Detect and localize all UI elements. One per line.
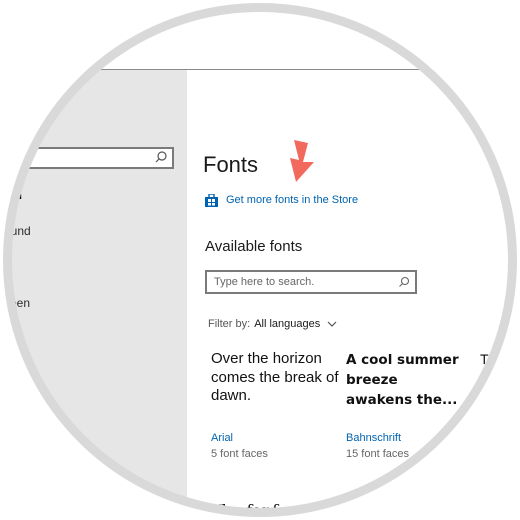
store-link[interactable]: Get more fonts in the Store [205,191,358,209]
available-fonts-heading: Available fonts [205,238,303,255]
filter-label: Filter by: [208,318,251,330]
font-card-partial[interactable]: Th [480,350,496,368]
sidebar-item-lock-screen[interactable]: creen [0,296,30,310]
sidebar-search-input[interactable]: g [0,147,174,169]
sidebar-item-colors[interactable]: s [0,260,6,274]
font-search-placeholder: Type here to search. [214,276,315,288]
sidebar-search-text: g [5,151,12,165]
font-card-partial-bottom[interactable]: The fanfare of [211,501,326,520]
chevron-down-icon [327,321,337,327]
search-icon [399,276,410,287]
store-bag-icon [205,193,218,207]
font-card-arial[interactable]: Over the horizon comes the break of dawn… [211,350,341,460]
font-name: Bahnschrift [346,432,402,444]
sidebar-item-background[interactable]: round [0,224,31,238]
filter-value: All languages [254,318,321,330]
search-icon [155,151,167,163]
font-name: Arial [211,432,234,444]
sidebar-item-personalization[interactable]: tion [0,188,22,202]
settings-sidebar [3,70,187,517]
pointer-arrow-icon [290,140,314,182]
store-link-label: Get more fonts in the Store [226,194,359,206]
language-filter[interactable]: Filter by: All languages [208,318,337,330]
screenshot-stage: g tion round s creen Fonts Get more font… [0,0,520,520]
font-card-bahnschrift[interactable]: A cool summer breeze awakens the... Bahn… [346,350,466,460]
font-search-input[interactable]: Type here to search. [205,270,417,294]
font-face-count: 5 font faces [211,448,268,460]
font-sample-text: A cool summer breeze awakens the... [346,352,459,408]
magnifier-lens [3,3,517,517]
page-title: Fonts [203,152,259,177]
font-sample-text: Over the horizon comes the break of dawn… [211,350,339,404]
font-face-count: 15 font faces [346,448,409,460]
title-bar [3,3,517,69]
